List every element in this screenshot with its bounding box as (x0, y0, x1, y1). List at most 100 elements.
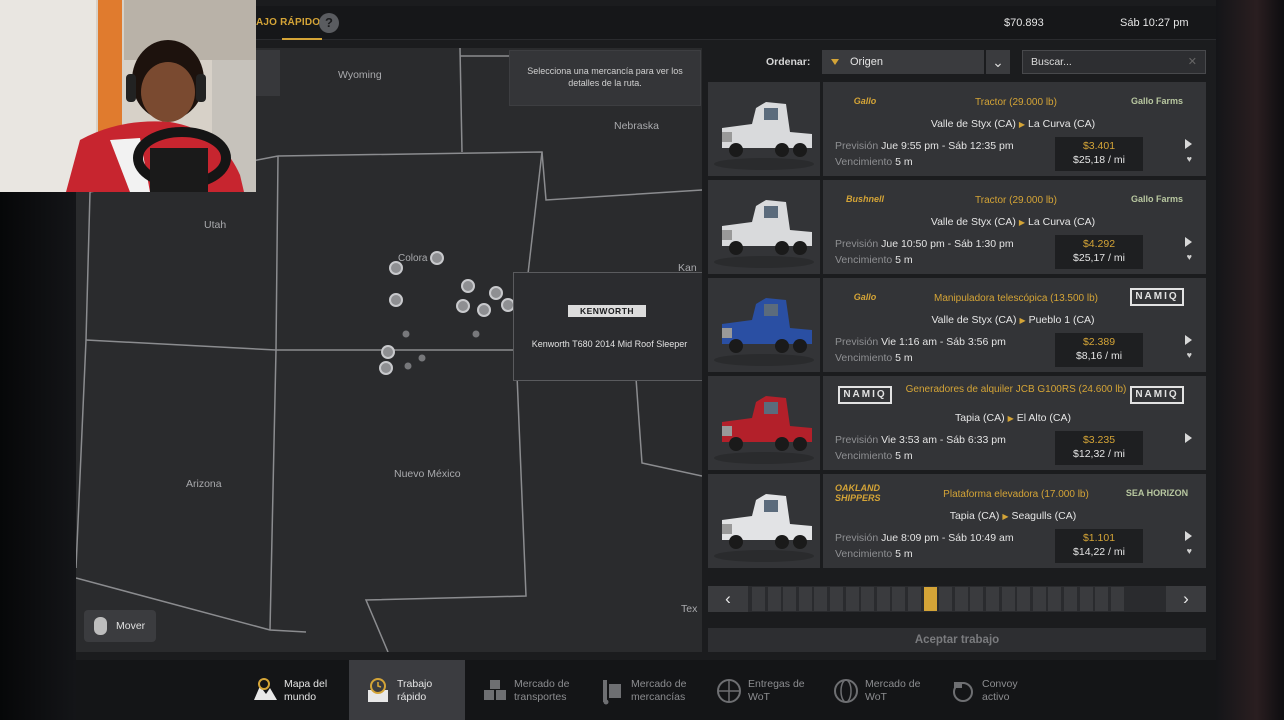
job-card[interactable]: NAMIQ NAMIQ Generadores de alquiler JCB G1… (823, 376, 1206, 470)
page-dot[interactable] (1017, 587, 1031, 611)
search-input[interactable]: Buscar... ✕ (1022, 50, 1206, 74)
map-side-tab[interactable] (256, 50, 280, 96)
play-icon[interactable] (1185, 433, 1192, 443)
job-row[interactable]: Gallo Gallo Farms Tractor (29.000 lb) Valle… (708, 82, 1206, 176)
job-row[interactable]: Bushnell Gallo Farms Tractor (29.000 lb) Va… (708, 180, 1206, 274)
clear-search-icon[interactable]: ✕ (1188, 55, 1197, 68)
nav-label: Trabajo rápido (397, 678, 433, 703)
page-dot[interactable] (1110, 587, 1124, 611)
globe-icon (834, 679, 858, 703)
payment-total: $4.292 (1082, 238, 1116, 250)
next-page-button[interactable]: › (1166, 586, 1206, 612)
destination-logo: SEA HORIZON (1125, 488, 1189, 498)
forecast: Previsión Vie 3:53 am - Sáb 6:33 pm (835, 434, 1006, 446)
job-row[interactable]: OAKLAND SHIPPERS SEA HORIZON Plataforma el… (708, 474, 1206, 568)
hand-truck-icon (603, 680, 621, 705)
state-label-new-mexico: Nuevo México (394, 468, 461, 480)
route: Valle de Styx (CA) ▶ La Curva (CA) (883, 118, 1143, 130)
chevron-down-icon[interactable]: ⌄ (986, 50, 1010, 74)
due-label: Vencimiento (835, 450, 893, 462)
forecast: Previsión Jue 8:09 pm - Sáb 10:49 am (835, 532, 1014, 544)
page-dot[interactable] (1095, 587, 1109, 611)
page-dot[interactable] (970, 587, 984, 611)
route-from: Tapia (CA) (954, 412, 1005, 424)
page-title: AJO RÁPIDO (256, 17, 321, 28)
destination-logo: NAMIQ (1130, 386, 1184, 404)
page-dot[interactable] (954, 587, 968, 611)
truck-thumbnail (708, 82, 820, 176)
page-dot[interactable] (830, 587, 843, 611)
page-dot[interactable] (861, 587, 875, 611)
due-value: 5 m (895, 254, 913, 266)
job-row[interactable]: NAMIQ NAMIQ Generadores de alquiler JCB G1… (708, 376, 1206, 470)
company-logo: Gallo (853, 292, 877, 302)
due-value: 5 m (895, 450, 913, 462)
nav-item[interactable]: Mercado de WoT (817, 660, 933, 720)
sort-dropdown[interactable]: Origen (822, 50, 984, 74)
cargo-name: Tractor (29.000 lb) (975, 97, 1057, 108)
forecast-value: Vie 3:53 am - Sáb 6:33 pm (881, 434, 1006, 446)
page-dot[interactable] (814, 587, 828, 611)
route-arrow-icon: ▶ (1002, 512, 1009, 521)
favorite-icon[interactable]: ♥ (1187, 546, 1192, 556)
job-card[interactable]: Gallo Gallo Farms Tractor (29.000 lb) Valle… (823, 82, 1206, 176)
cargo-name: Generadores de alquiler JCB G100RS (24.6… (905, 384, 1127, 395)
due-value: 5 m (895, 352, 913, 364)
play-icon[interactable] (1185, 237, 1192, 247)
destination-logo: Gallo Farms (1130, 194, 1184, 204)
payment-total: $2.389 (1082, 336, 1116, 348)
page-dot[interactable] (752, 587, 765, 611)
page-dot[interactable] (798, 587, 812, 611)
prev-page-button[interactable]: ‹ (708, 586, 748, 612)
cargo-name: Manipuladora telescópica (13.500 lb) (934, 293, 1098, 304)
page-dot[interactable] (908, 587, 921, 611)
page-dot[interactable] (1048, 587, 1062, 611)
page-dot[interactable] (1064, 587, 1077, 611)
nav-item[interactable]: Mercado de mercancías (583, 660, 699, 720)
nav-item[interactable]: Mercado de transportes (466, 660, 582, 720)
payment-box: $3.401 $25,18 / mi (1055, 137, 1143, 171)
destination-logo-box: Gallo Farms (1120, 90, 1194, 112)
accept-job-button[interactable]: Aceptar trabajo (708, 628, 1206, 652)
state-label-utah: Utah (204, 219, 227, 231)
page-dot[interactable] (986, 587, 999, 611)
play-icon[interactable] (1185, 531, 1192, 541)
destination-logo: NAMIQ (1130, 288, 1184, 306)
payment-box: $4.292 $25,17 / mi (1055, 235, 1143, 269)
job-row[interactable]: Gallo NAMIQ Manipuladora telescópica (13.5… (708, 278, 1206, 372)
nav-item[interactable]: Convoy activo (934, 660, 1050, 720)
world-map-icon (254, 678, 277, 700)
page-dot[interactable] (1079, 587, 1093, 611)
truck-image (714, 298, 814, 366)
route: Valle de Styx (CA) ▶ La Curva (CA) (883, 216, 1143, 228)
page-dot[interactable] (845, 587, 859, 611)
sort-label: Ordenar: (766, 56, 811, 68)
job-card[interactable]: Gallo NAMIQ Manipuladora telescópica (13.5… (823, 278, 1206, 372)
route-arrow-icon: ▶ (1018, 218, 1026, 227)
help-icon[interactable]: ? (319, 13, 339, 33)
page-dot[interactable] (767, 587, 781, 611)
favorite-icon[interactable]: ♥ (1187, 154, 1192, 164)
due-label: Vencimiento (835, 156, 893, 168)
play-icon[interactable] (1185, 139, 1192, 149)
job-card[interactable]: OAKLAND SHIPPERS SEA HORIZON Plataforma el… (823, 474, 1206, 568)
page-dot[interactable] (1001, 587, 1015, 611)
favorite-icon[interactable]: ♥ (1187, 252, 1192, 262)
nav-item[interactable]: Trabajo rápido (349, 660, 465, 720)
favorite-icon[interactable]: ♥ (1187, 350, 1192, 360)
page-dot[interactable] (939, 587, 953, 611)
job-card[interactable]: Bushnell Gallo Farms Tractor (29.000 lb) Va… (823, 180, 1206, 274)
move-label: Mover (116, 620, 146, 632)
truck-tooltip: KENWORTH Kenworth T680 2014 Mid Roof Sle… (513, 272, 702, 381)
page-dot[interactable] (892, 587, 906, 611)
page-dot[interactable] (1032, 587, 1046, 611)
nav-label: Mercado de transportes (514, 678, 570, 703)
page-dot[interactable] (876, 587, 890, 611)
play-icon[interactable] (1185, 335, 1192, 345)
nav-item[interactable]: Mapa del mundo (236, 660, 352, 720)
nav-item[interactable]: Entregas de WoT (700, 660, 816, 720)
destination-logo-box: NAMIQ (1120, 286, 1194, 308)
page-dot[interactable] (783, 587, 797, 611)
forecast: Previsión Jue 10:50 pm - Sáb 1:30 pm (835, 238, 1014, 250)
page-dot-current[interactable] (923, 587, 937, 611)
